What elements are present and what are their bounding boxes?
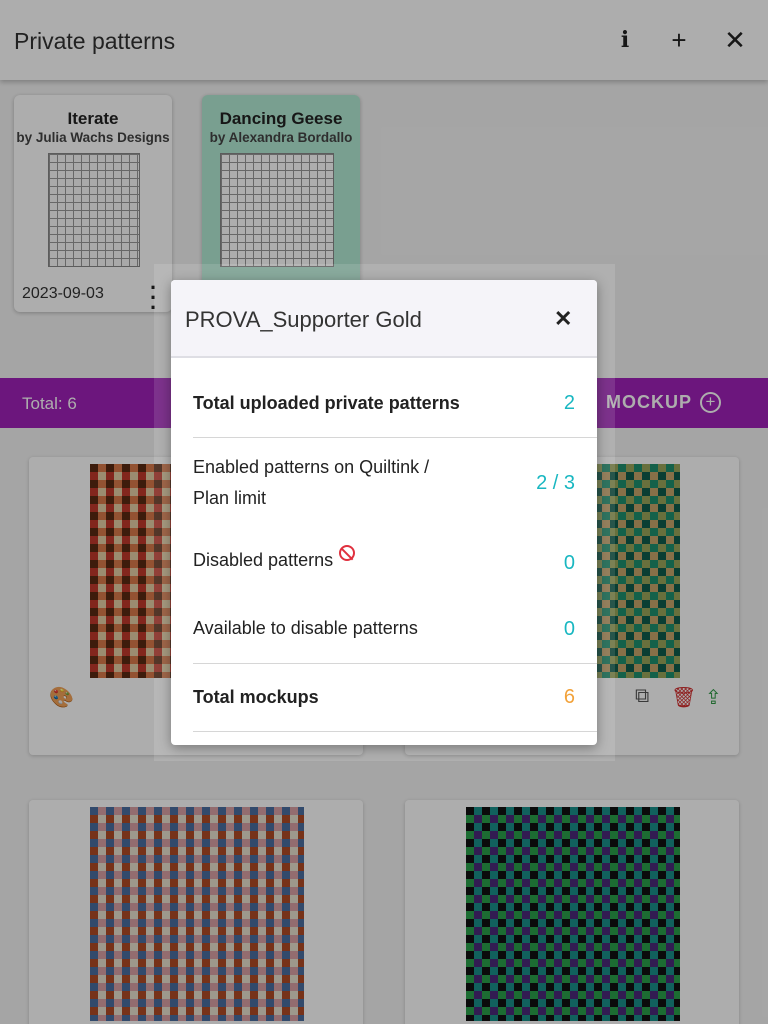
divider [193, 663, 597, 664]
row-label-text: Disabled patterns [193, 550, 334, 570]
dialog-title: PROVA_Supporter Gold [185, 307, 422, 332]
row-label: Total mockups [193, 687, 319, 707]
row-label: Available to disable patterns [193, 618, 418, 638]
row-enabled-patterns: Enabled patterns on Quiltink / Plan limi… [193, 452, 597, 514]
row-value: 0 [563, 618, 575, 640]
row-label: Total uploaded private patterns [193, 393, 460, 413]
close-icon[interactable]: ✕ [554, 306, 572, 332]
prohibited-icon [339, 545, 356, 562]
row-value: 6 [563, 686, 575, 708]
row-label: Enabled patterns on Quiltink / Plan limi… [193, 452, 429, 514]
row-label-line2: Plan limit [193, 488, 267, 508]
row-label: Disabled patterns [193, 545, 356, 576]
dialog-header: PROVA_Supporter Gold ✕ [171, 280, 597, 358]
row-value: 2 / 3 [536, 472, 575, 494]
divider [193, 437, 597, 438]
row-value: 2 [563, 392, 575, 414]
row-value: 0 [563, 552, 575, 574]
plan-dialog: PROVA_Supporter Gold ✕ Total uploaded pr… [171, 280, 597, 745]
divider [193, 731, 597, 732]
row-label-line1: Enabled patterns on Quiltink / [193, 457, 430, 477]
